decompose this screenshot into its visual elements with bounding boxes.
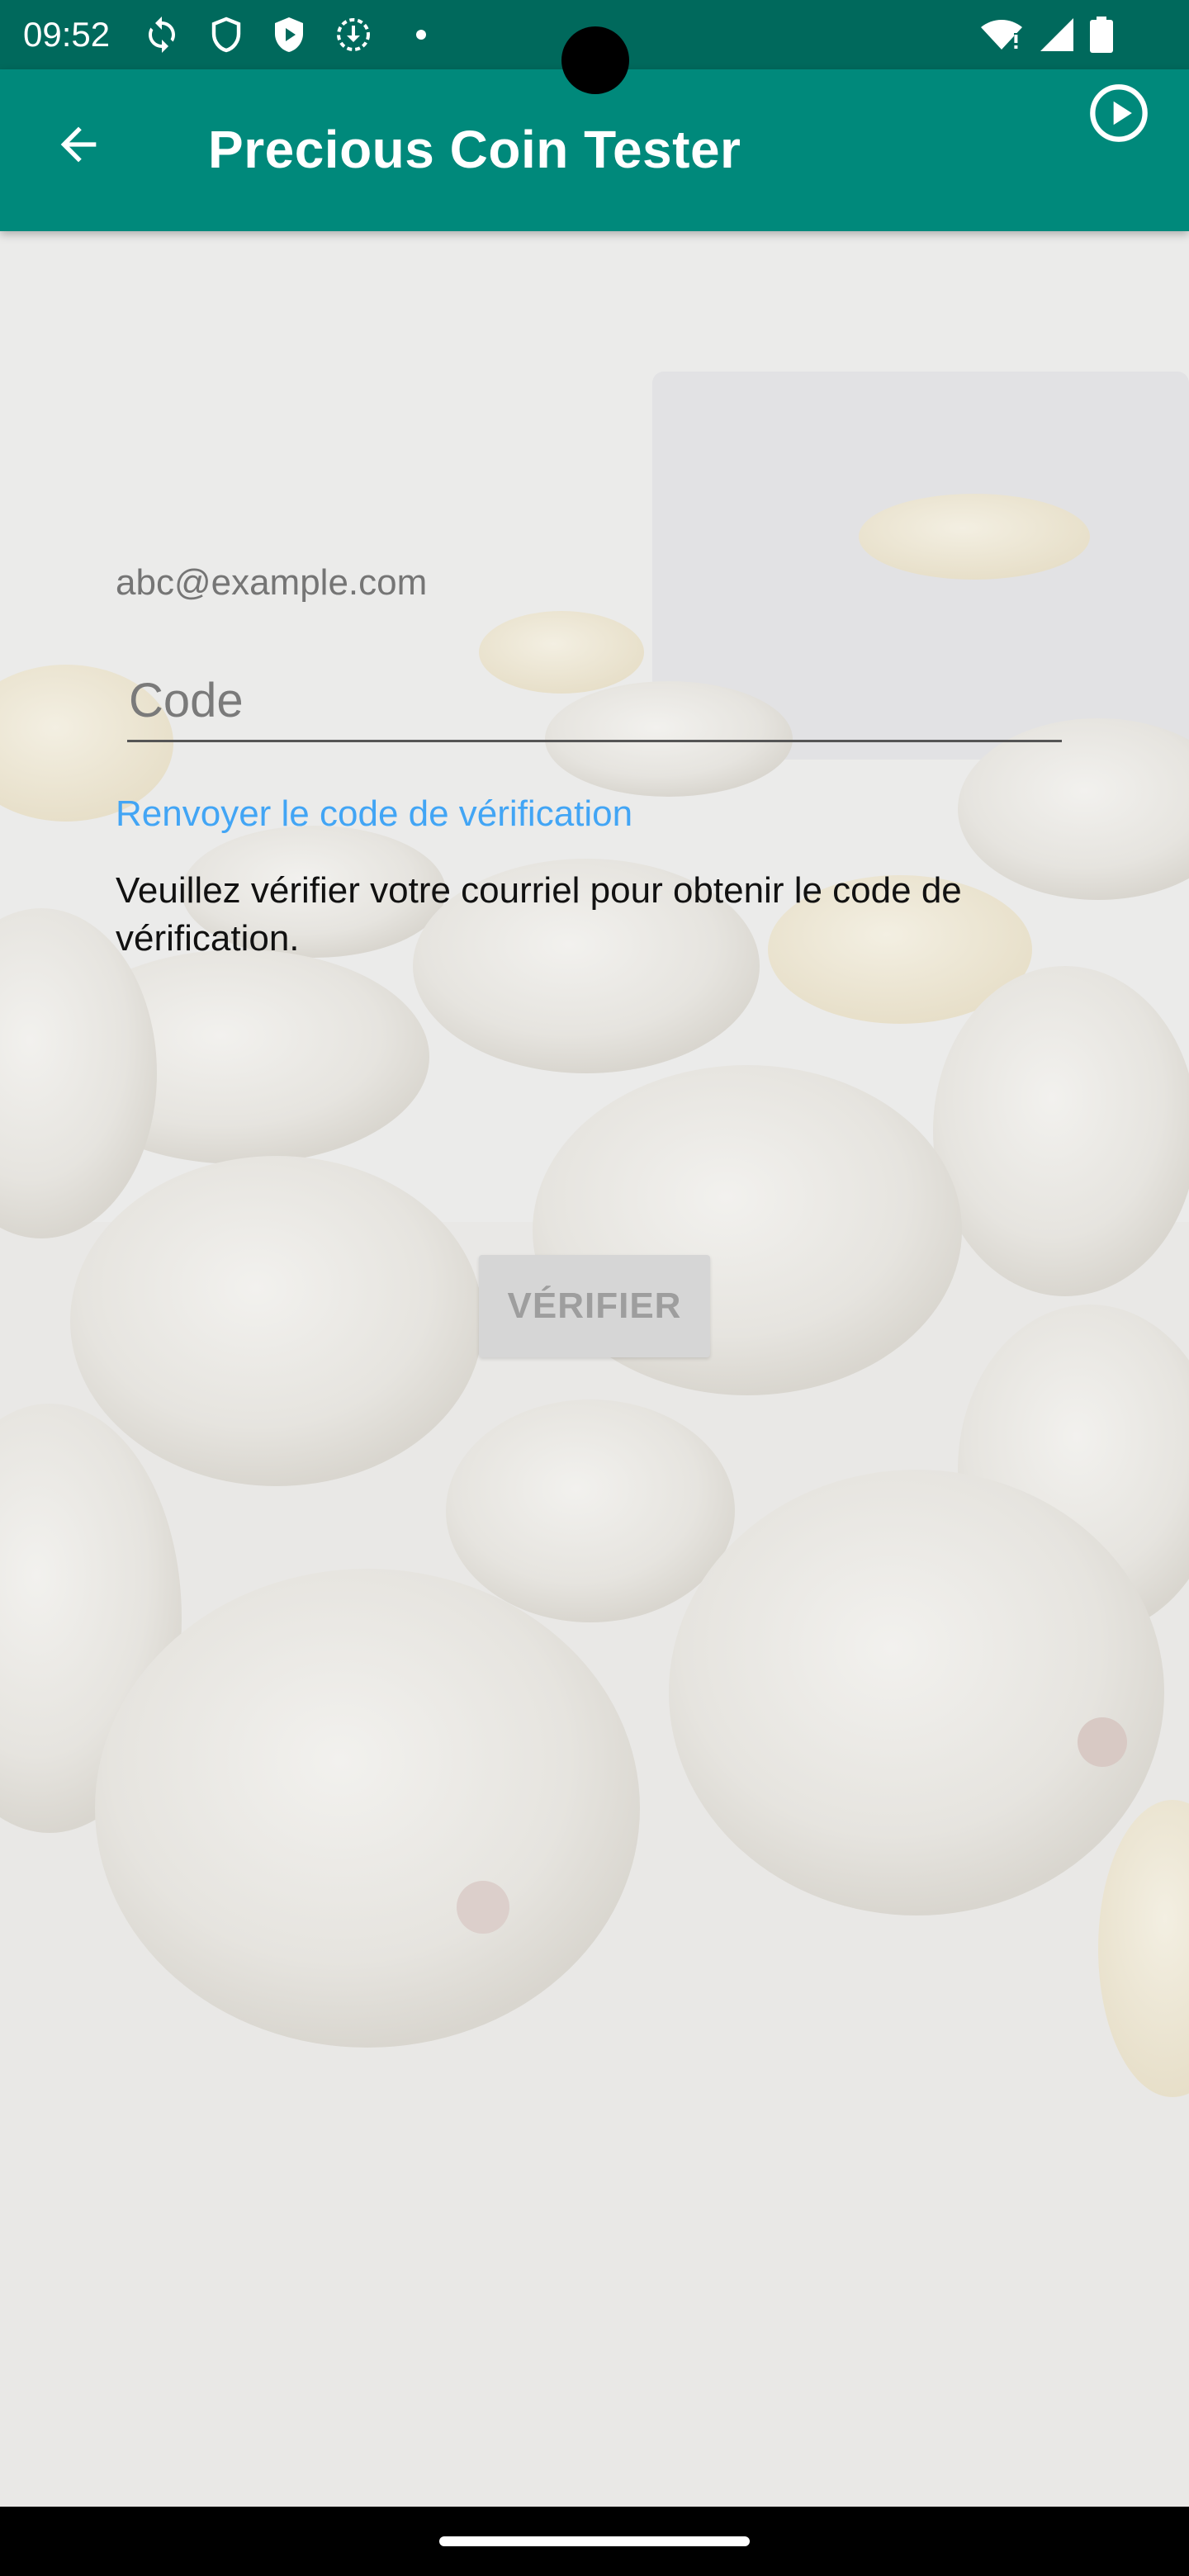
home-gesture-handle[interactable] <box>439 2536 750 2546</box>
arrow-back-icon <box>52 118 105 174</box>
status-time: 09:52 <box>23 15 111 54</box>
resend-code-link[interactable]: Renvoyer le code de vérification <box>116 789 632 839</box>
shield-icon <box>206 15 246 54</box>
code-field[interactable] <box>127 661 1062 742</box>
verify-button[interactable]: VÉRIFIER <box>479 1255 710 1357</box>
wifi-icon <box>979 15 1022 54</box>
download-icon <box>334 15 373 54</box>
email-label: abc@example.com <box>116 562 428 603</box>
verification-content: abc@example.com Renvoyer le code de véri… <box>0 231 1189 2507</box>
screen: 09:52 Precious Coin Tester abc@example.c… <box>0 0 1189 2576</box>
sync-icon <box>142 15 182 54</box>
start-test-button[interactable] <box>1073 69 1164 160</box>
dot-icon <box>401 15 441 54</box>
play-circle-icon <box>1087 82 1150 148</box>
app-title: Precious Coin Tester <box>208 120 741 179</box>
back-button[interactable] <box>33 101 124 192</box>
battery-icon <box>1087 15 1126 54</box>
code-input[interactable] <box>127 661 1062 740</box>
instructions-text: Veuillez vérifier votre courriel pour ob… <box>116 870 962 959</box>
signal-icon <box>1037 15 1077 54</box>
navigation-bar <box>0 2507 1189 2576</box>
play-protect-icon <box>269 15 309 54</box>
front-camera <box>561 26 629 94</box>
